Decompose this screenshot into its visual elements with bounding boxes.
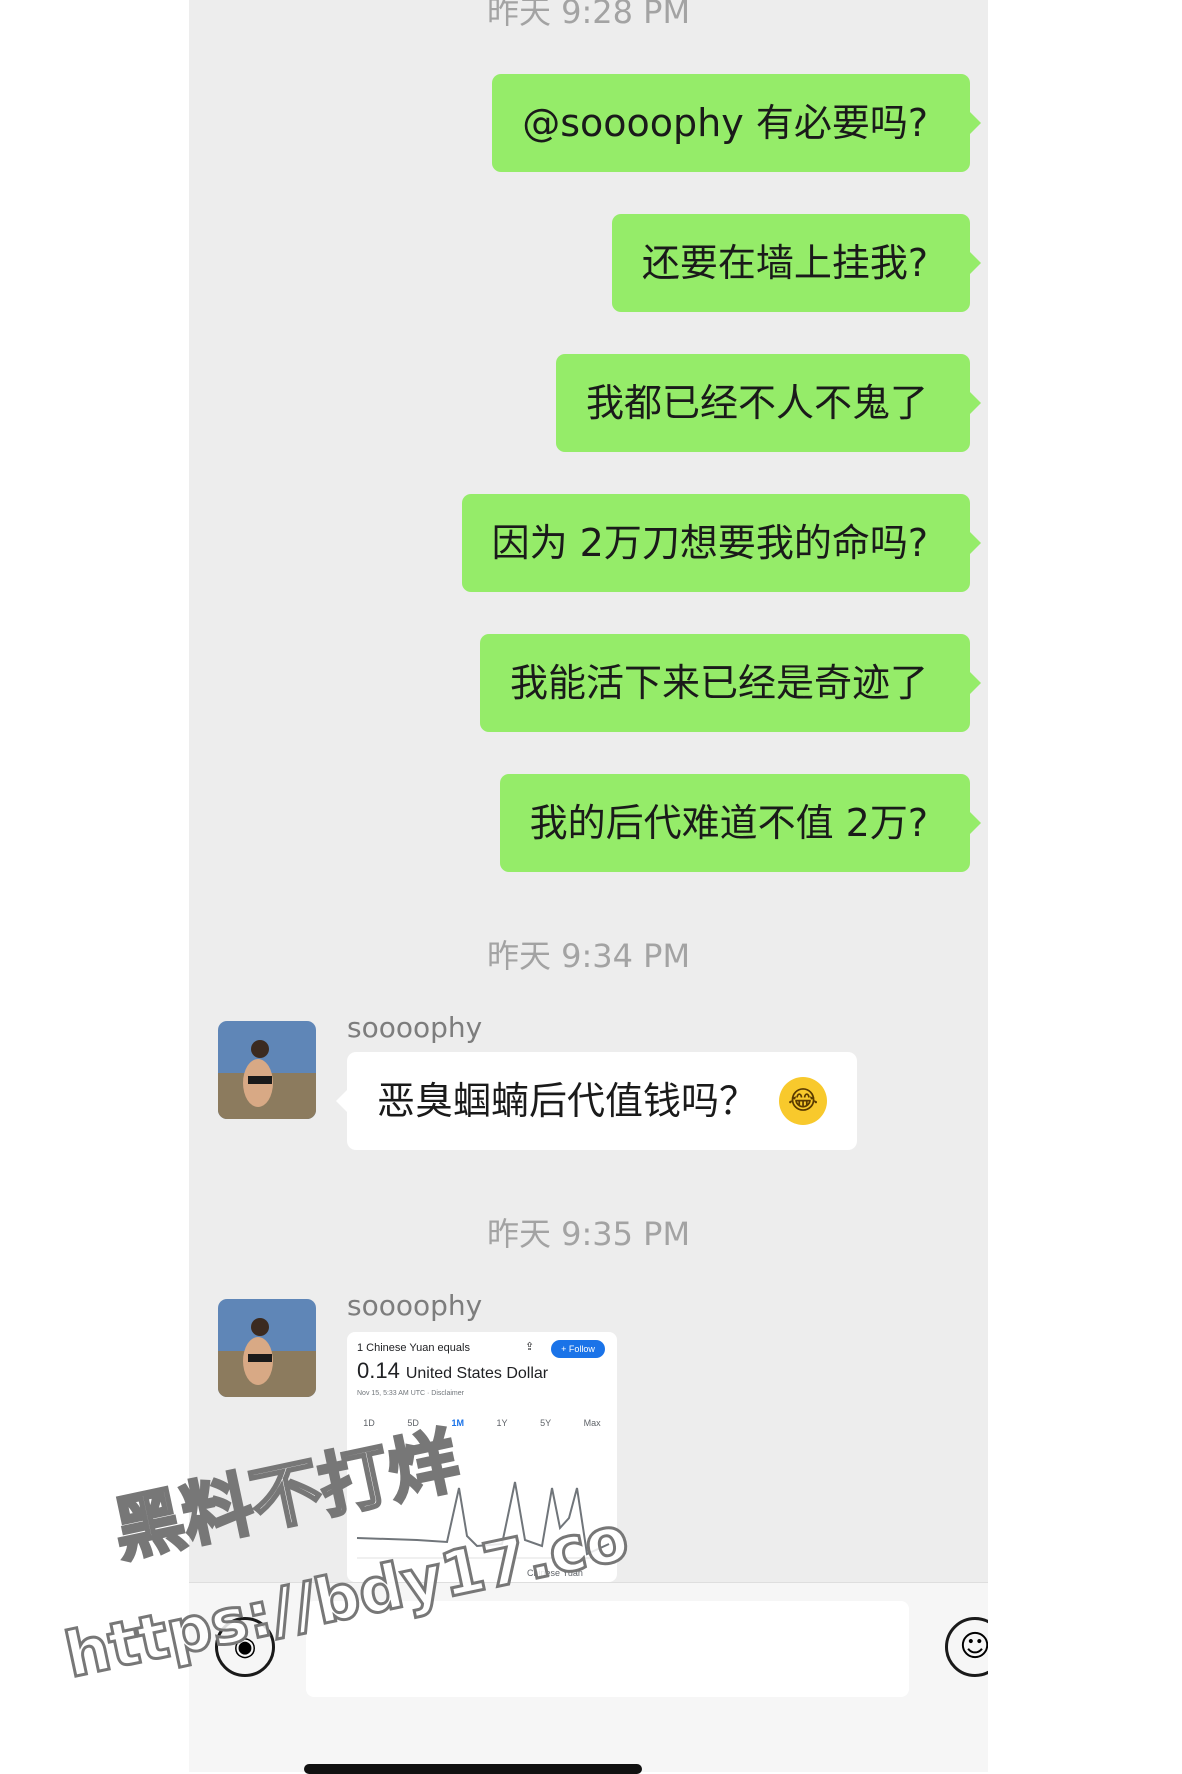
outgoing-message[interactable]: 我都已经不人不鬼了 [555, 354, 982, 452]
emoji-icon[interactable]: ☺ [945, 1617, 988, 1677]
range-tabs: 1D 5D 1M 1Y 5Y Max [347, 1418, 617, 1428]
sender-name: soooophy [347, 1289, 483, 1322]
avatar[interactable] [218, 1299, 316, 1397]
rate-value: 0.14 [357, 1358, 400, 1383]
card-heading: 1 Chinese Yuan equals [357, 1342, 470, 1354]
input-bar: ◉ ☺ [189, 1582, 988, 1772]
outgoing-message[interactable]: 我能活下来已经是奇迹了 [479, 634, 982, 732]
message-text: 恶臭蝈蝻后代值钱吗？ [377, 1079, 758, 1123]
tab: 5Y [540, 1418, 552, 1428]
timestamp: 昨天 9:35 PM [486, 1215, 691, 1253]
tab: 1Y [496, 1418, 508, 1428]
outgoing-message[interactable]: 我的后代难道不值 2万? [499, 774, 982, 872]
rate-unit: United States Dollar [405, 1365, 549, 1382]
tab-active: 1M [451, 1418, 464, 1428]
follow-button: + Follow [551, 1340, 605, 1358]
message-input[interactable] [306, 1601, 909, 1697]
tab: 1D [363, 1418, 375, 1428]
outgoing-message[interactable]: @soooophy 有必要吗? [492, 74, 981, 172]
image-message[interactable]: 1 Chinese Yuan equals ⇪ + Follow 0.14 Uni… [347, 1332, 617, 1582]
outgoing-message[interactable]: 还要在墙上挂我? [611, 214, 982, 312]
timestamp: 昨天 9:34 PM [486, 937, 691, 975]
chat-area: 昨天 9:28 PM @soooophy 有必要吗? 还要在墙上挂我? 我都已经… [189, 0, 988, 1772]
incoming-message[interactable]: 恶臭蝈蝻后代值钱吗？ 😂 [335, 1052, 858, 1150]
tab: Max [583, 1418, 601, 1428]
share-icon: ⇪ [525, 1341, 535, 1353]
exchange-rate: 0.14 United States Dollar [357, 1358, 548, 1384]
avatar[interactable] [218, 1021, 316, 1119]
sender-name: soooophy [347, 1011, 483, 1044]
outgoing-message[interactable]: 因为 2万刀想要我的命吗? [461, 494, 982, 592]
laughing-emoji-icon: 😂 [779, 1076, 828, 1125]
tab: 5D [407, 1418, 419, 1428]
card-meta: Nov 15, 5:33 AM UTC · Disclaimer [357, 1390, 464, 1397]
rate-line-chart [356, 1481, 610, 1559]
avatar-photo [218, 1021, 316, 1119]
voice-icon[interactable]: ◉ [215, 1617, 275, 1677]
currency-select: Chinese Yuan [527, 1568, 583, 1578]
avatar-photo [218, 1299, 316, 1397]
y-tick: 0.140 [357, 1450, 375, 1457]
home-indicator [304, 1764, 642, 1774]
timestamp: 昨天 9:28 PM [486, 0, 691, 31]
